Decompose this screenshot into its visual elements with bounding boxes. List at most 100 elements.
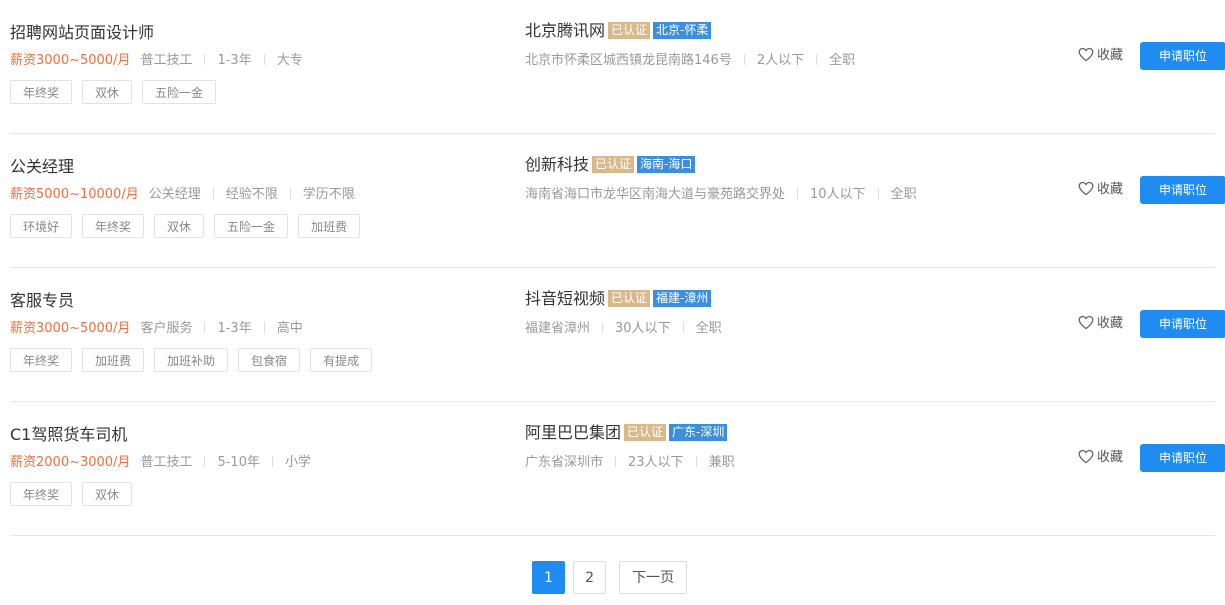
divider bbox=[743, 54, 745, 65]
heart-outline-icon bbox=[1078, 47, 1097, 63]
company-info: 抖音短视频 已认证 福建-漳州 bbox=[525, 288, 712, 310]
experience: 1-3年 bbox=[217, 53, 252, 68]
benefit-tag: 年终奖 bbox=[10, 80, 73, 104]
favorite-button[interactable]: 收藏 bbox=[1078, 181, 1123, 199]
apply-button[interactable]: 申请职位 bbox=[1140, 310, 1225, 338]
benefit-tag: 包食宿 bbox=[238, 348, 301, 372]
benefit-tag: 有提成 bbox=[310, 348, 373, 372]
company-size: 2人以下 bbox=[756, 53, 805, 68]
job-category: 客户服务 bbox=[140, 321, 193, 336]
job-row: 客服专员 薪资3000~5000/月 客户服务 1-3年 高中 年终奖 加班费 加班补助 包食宿… bbox=[10, 268, 1225, 402]
company-size: 30人以下 bbox=[615, 321, 671, 336]
divider bbox=[204, 456, 206, 467]
favorite-label: 收藏 bbox=[1097, 316, 1124, 331]
divider bbox=[204, 54, 206, 65]
job-row: 招聘网站页面设计师薪资3000~5000/月 普工技工 1-3年 大专年终奖 双休 五险一… bbox=[10, 0, 1225, 134]
education: 小学 bbox=[284, 455, 311, 470]
benefit-tag: 年终奖 bbox=[10, 482, 73, 506]
divider bbox=[877, 188, 879, 199]
divider bbox=[289, 188, 291, 199]
education: 大专 bbox=[276, 53, 303, 68]
heart-outline-icon bbox=[1078, 181, 1097, 197]
certified-badge: 已认证 bbox=[608, 22, 651, 39]
experience: 5-10年 bbox=[217, 455, 260, 470]
divider bbox=[797, 188, 799, 199]
job-type: 兼职 bbox=[708, 455, 735, 470]
company-address: 福建省漳州 bbox=[525, 321, 591, 336]
next-page-button[interactable]: 下一页 bbox=[619, 561, 688, 594]
experience: 经验不限 bbox=[225, 187, 278, 202]
job-meta: 薪资3000~5000/月 普工技工 1-3年 大专 bbox=[10, 52, 303, 70]
certified-badge: 已认证 bbox=[624, 424, 667, 441]
job-title[interactable]: C1驾照货车司机 bbox=[10, 424, 127, 446]
apply-button[interactable]: 申请职位 bbox=[1140, 176, 1225, 204]
favorite-label: 收藏 bbox=[1097, 450, 1124, 465]
company-name[interactable]: 北京腾讯网 bbox=[525, 21, 605, 40]
company-size: 23人以下 bbox=[628, 455, 684, 470]
job-type: 全职 bbox=[829, 53, 856, 68]
location-badge: 福建-漳州 bbox=[653, 290, 712, 307]
company-meta: 北京市怀柔区城西镇龙昆南路146号 2人以下 全职 bbox=[525, 52, 855, 70]
job-meta: 薪资2000~3000/月 普工技工 5-10年 小学 bbox=[10, 454, 311, 472]
favorite-button[interactable]: 收藏 bbox=[1078, 315, 1123, 333]
company-name[interactable]: 抖音短视频 bbox=[525, 289, 605, 308]
company-name[interactable]: 阿里巴巴集团 bbox=[525, 423, 621, 442]
favorite-button[interactable]: 收藏 bbox=[1078, 449, 1123, 467]
divider bbox=[263, 322, 265, 333]
job-type: 全职 bbox=[695, 321, 722, 336]
divider bbox=[204, 322, 206, 333]
company-size: 10人以下 bbox=[810, 187, 866, 202]
job-meta: 薪资5000~10000/月 公关经理 经验不限 学历不限 bbox=[10, 186, 355, 204]
certified-badge: 已认证 bbox=[608, 290, 651, 307]
benefit-tags: 年终奖 双休 bbox=[10, 482, 142, 506]
education: 高中 bbox=[276, 321, 303, 336]
page-1-button[interactable]: 1 bbox=[532, 561, 565, 594]
benefit-tag: 双休 bbox=[82, 482, 133, 506]
company-info: 北京腾讯网 已认证 北京-怀柔 bbox=[525, 20, 712, 42]
benefit-tag: 环境好 bbox=[10, 214, 73, 238]
benefit-tag: 年终奖 bbox=[82, 214, 145, 238]
benefit-tags: 环境好 年终奖 双休 五险一金 加班费 bbox=[10, 214, 370, 238]
apply-button[interactable]: 申请职位 bbox=[1140, 444, 1225, 472]
pagination: 1 2 下一页 bbox=[532, 561, 690, 594]
company-meta: 广东省深圳市 23人以下 兼职 bbox=[525, 454, 735, 472]
salary: 薪资3000~5000/月 bbox=[10, 53, 131, 68]
company-address: 广东省深圳市 bbox=[525, 455, 604, 470]
heart-outline-icon bbox=[1078, 315, 1097, 331]
job-title[interactable]: 客服专员 bbox=[10, 290, 74, 312]
apply-button[interactable]: 申请职位 bbox=[1140, 42, 1225, 70]
benefit-tag: 双休 bbox=[154, 214, 205, 238]
divider bbox=[816, 54, 818, 65]
page-2-button[interactable]: 2 bbox=[573, 561, 607, 594]
job-row: 公关经理 薪资5000~10000/月 公关经理 经验不限 学历不限 环境好 年终奖 双休 五险… bbox=[10, 134, 1225, 268]
company-info: 创新科技 已认证 海南-海口 bbox=[525, 154, 696, 176]
company-address: 北京市怀柔区城西镇龙昆南路146号 bbox=[525, 53, 732, 68]
job-category: 普工技工 bbox=[140, 455, 193, 470]
salary: 薪资5000~10000/月 bbox=[10, 187, 139, 202]
divider bbox=[263, 54, 265, 65]
job-row: C1驾照货车司机薪资2000~3000/月 普工技工 5-10年 小学年终奖 双休 阿里巴… bbox=[10, 402, 1225, 536]
location-badge: 海南-海口 bbox=[637, 156, 696, 173]
company-name[interactable]: 创新科技 bbox=[525, 155, 589, 174]
divider bbox=[682, 322, 684, 333]
job-category: 普工技工 bbox=[140, 53, 193, 68]
salary: 薪资3000~5000/月 bbox=[10, 321, 131, 336]
benefit-tag: 加班费 bbox=[298, 214, 361, 238]
divider bbox=[602, 322, 604, 333]
benefit-tags: 年终奖 双休 五险一金 bbox=[10, 80, 226, 104]
favorite-button[interactable]: 收藏 bbox=[1078, 47, 1123, 65]
job-type: 全职 bbox=[890, 187, 917, 202]
company-address: 海南省海口市龙华区南海大道与豪苑路交界处 bbox=[525, 187, 786, 202]
salary: 薪资2000~3000/月 bbox=[10, 455, 131, 470]
divider bbox=[271, 456, 273, 467]
job-title[interactable]: 公关经理 bbox=[10, 156, 74, 178]
education: 学历不限 bbox=[302, 187, 355, 202]
benefit-tag: 五险一金 bbox=[214, 214, 289, 238]
experience: 1-3年 bbox=[217, 321, 252, 336]
favorite-label: 收藏 bbox=[1097, 182, 1124, 197]
benefit-tag: 加班补助 bbox=[154, 348, 229, 372]
job-title[interactable]: 招聘网站页面设计师 bbox=[10, 22, 154, 44]
location-badge: 广东-深圳 bbox=[669, 424, 728, 441]
benefit-tag: 加班费 bbox=[82, 348, 145, 372]
job-meta: 薪资3000~5000/月 客户服务 1-3年 高中 bbox=[10, 320, 303, 338]
